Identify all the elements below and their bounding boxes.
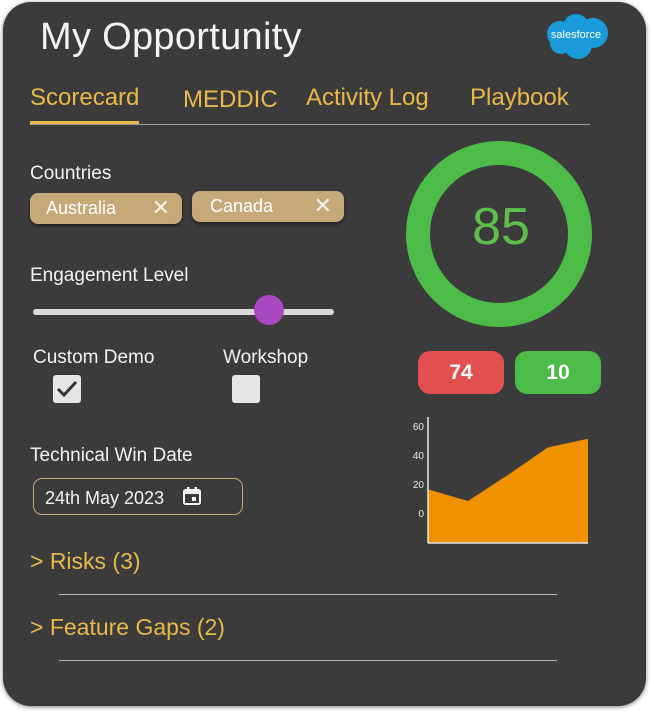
salesforce-logo: salesforce [547,14,608,59]
engagement-slider-thumb[interactable] [254,295,284,325]
country-chip-australia: Australia ✕ [30,193,182,224]
custom-demo-label: Custom Demo [33,347,155,368]
chart-ytick-label: 60 [413,422,425,433]
tab-playbook[interactable]: Playbook [470,84,569,112]
workshop-checkbox[interactable] [232,375,260,403]
red-metric-badge: 74 [418,351,504,394]
risks-divider [59,594,557,595]
chip-label: Canada [210,196,274,216]
chart-ytick-label: 0 [418,509,424,520]
chart-ytick-label: 20 [413,480,425,491]
country-chip-canada: Canada ✕ [192,191,344,222]
countries-label: Countries [30,163,112,184]
chart-ytick-label: 40 [413,451,425,462]
chart-area-series [428,438,588,543]
date-value: 24th May 2023 [45,488,165,508]
tab-meddic[interactable]: MEDDIC [183,86,278,114]
risks-section-toggle[interactable]: > Risks (3) [30,548,141,575]
calendar-icon[interactable] [182,486,202,506]
tab-bar: Scorecard MEDDIC Activity Log Playbook [30,82,590,125]
chip-label: Australia [46,198,117,218]
score-value: 85 [472,198,530,256]
mini-area-chart: 60 40 20 0 [413,417,588,544]
workshop-label: Workshop [223,347,309,368]
check-icon [56,380,78,398]
engagement-slider-track[interactable] [33,309,334,315]
technical-win-date-label: Technical Win Date [30,445,193,466]
page-title: My Opportunity [40,16,302,58]
remove-chip-icon[interactable]: ✕ [152,197,170,219]
opportunity-card: My Opportunity salesforce Scorecard MEDD… [3,2,646,706]
custom-demo-checkbox[interactable] [53,375,81,403]
feature-gaps-divider [59,660,557,661]
tab-activity-log[interactable]: Activity Log [306,84,429,112]
tab-scorecard[interactable]: Scorecard [30,84,140,124]
technical-win-date-input[interactable]: 24th May 2023 [33,478,243,515]
feature-gaps-section-toggle[interactable]: > Feature Gaps (2) [30,614,225,641]
green-metric-badge: 10 [515,351,601,394]
engagement-level-label: Engagement Level [30,265,189,286]
salesforce-logo-text: salesforce [551,29,601,41]
remove-chip-icon[interactable]: ✕ [314,195,332,217]
